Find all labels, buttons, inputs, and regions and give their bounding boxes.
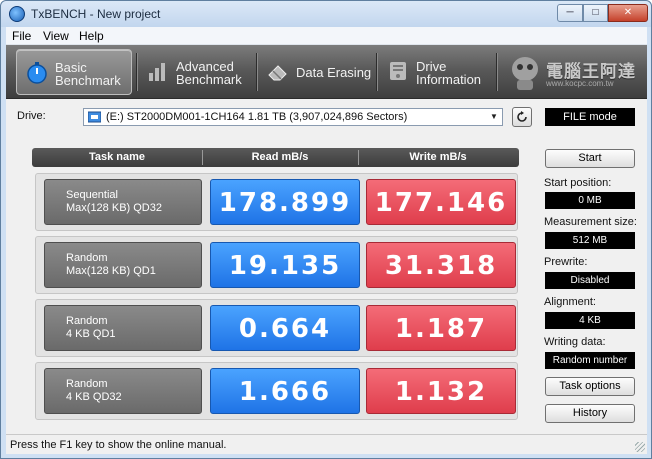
task-button-random-128k[interactable]: Random Max(128 KB) QD1	[44, 242, 202, 288]
write-value: 31.318	[366, 242, 516, 288]
minimize-button[interactable]: ─	[557, 4, 583, 22]
status-text: Press the F1 key to show the online manu…	[10, 439, 227, 451]
tab-basic-benchmark[interactable]: Basic Benchmark	[16, 49, 132, 95]
measurement-size-value: 512 MB	[545, 232, 635, 249]
table-row: Random 4 KB QD1 0.664 1.187	[35, 299, 518, 357]
prewrite-label: Prewrite:	[544, 256, 588, 268]
task-name-line1: Sequential	[66, 189, 118, 201]
header-write: Write mB/s	[409, 151, 467, 163]
drive-select-value: (E:) ST2000DM001-1CH164 1.81 TB (3,907,0…	[106, 111, 408, 123]
drive-info-icon	[390, 62, 406, 80]
maximize-button[interactable]: □	[583, 4, 608, 22]
write-value: 1.132	[366, 368, 516, 414]
task-button-seq[interactable]: Sequential Max(128 KB) QD32	[44, 179, 202, 225]
measurement-size-label: Measurement size:	[544, 216, 637, 228]
app-icon	[9, 6, 25, 22]
drive-icon	[88, 111, 101, 123]
refresh-icon	[517, 111, 527, 122]
tab-data-erasing[interactable]: Data Erasing	[258, 49, 374, 95]
task-name-line1: Random	[66, 315, 108, 327]
toolbar-divider	[136, 53, 137, 91]
drive-select[interactable]: (E:) ST2000DM001-1CH164 1.81 TB (3,907,0…	[83, 108, 503, 126]
mascot-icon	[512, 57, 538, 90]
watermark-logo: 電腦王阿達 www.kocpc.com.tw	[506, 51, 644, 93]
writing-data-value: Random number	[545, 352, 635, 369]
app-window: TxBENCH - New project ─ □ ✕ File View He…	[0, 0, 652, 459]
menu-file[interactable]: File	[12, 29, 31, 43]
task-name-line2: 4 KB QD32	[66, 391, 122, 403]
refresh-button[interactable]	[512, 107, 532, 127]
logo-url: www.kocpc.com.tw	[546, 79, 614, 88]
window-title: TxBENCH - New project	[31, 7, 161, 21]
results-table: Task name Read mB/s Write mB/s Sequentia…	[32, 145, 520, 427]
tab-label: Advanced Benchmark	[176, 59, 242, 87]
resize-grip[interactable]	[635, 442, 645, 452]
table-row: Random 4 KB QD32 1.666 1.132	[35, 362, 518, 420]
writing-data-label: Writing data:	[544, 336, 606, 348]
task-button-random-4k-qd32[interactable]: Random 4 KB QD32	[44, 368, 202, 414]
task-options-button[interactable]: Task options	[545, 377, 635, 396]
history-button[interactable]: History	[545, 404, 635, 423]
task-name-line2: Max(128 KB) QD32	[66, 202, 162, 214]
tab-label: Drive Information	[416, 59, 482, 87]
read-value: 1.666	[210, 368, 360, 414]
write-value: 177.146	[366, 179, 516, 225]
table-row: Sequential Max(128 KB) QD32 178.899 177.…	[35, 173, 518, 231]
main-panel: Drive: (E:) ST2000DM001-1CH164 1.81 TB (…	[6, 99, 647, 434]
read-value: 0.664	[210, 305, 360, 351]
title-bar: TxBENCH - New project ─ □ ✕	[1, 1, 651, 27]
toolbar-divider	[496, 53, 497, 91]
close-button[interactable]: ✕	[608, 4, 648, 22]
table-header: Task name Read mB/s Write mB/s	[32, 148, 519, 167]
read-value: 178.899	[210, 179, 360, 225]
bar-chart-icon	[149, 63, 165, 81]
task-name-line2: Max(128 KB) QD1	[66, 265, 156, 277]
start-button[interactable]: Start	[545, 149, 635, 168]
settings-panel: Start Start position: 0 MB Measurement s…	[543, 99, 643, 434]
task-button-random-4k-qd1[interactable]: Random 4 KB QD1	[44, 305, 202, 351]
status-bar: Press the F1 key to show the online manu…	[6, 434, 647, 454]
tab-drive-information[interactable]: Drive Information	[378, 49, 494, 95]
write-value: 1.187	[366, 305, 516, 351]
tab-advanced-benchmark[interactable]: Advanced Benchmark	[138, 49, 254, 95]
header-task-name: Task name	[88, 151, 146, 163]
task-name-line2: 4 KB QD1	[66, 328, 116, 340]
menu-view[interactable]: View	[43, 29, 69, 43]
drive-label: Drive:	[17, 110, 46, 122]
eraser-icon	[268, 65, 287, 81]
header-read: Read mB/s	[251, 151, 309, 163]
start-position-value: 0 MB	[545, 192, 635, 209]
task-name-line1: Random	[66, 252, 108, 264]
toolbar-divider	[256, 53, 257, 91]
menu-bar: File View Help	[6, 27, 647, 45]
main-toolbar: Basic Benchmark Advanced Benchmark Data …	[6, 45, 647, 99]
alignment-label: Alignment:	[544, 296, 596, 308]
alignment-value: 4 KB	[545, 312, 635, 329]
prewrite-value: Disabled	[545, 272, 635, 289]
chevron-down-icon[interactable]: ▼	[487, 110, 501, 124]
tab-label: Basic Benchmark	[55, 60, 121, 88]
start-position-label: Start position:	[544, 177, 612, 189]
read-value: 19.135	[210, 242, 360, 288]
menu-help[interactable]: Help	[79, 29, 104, 43]
toolbar-divider	[376, 53, 377, 91]
tab-label: Data Erasing	[296, 65, 372, 80]
stopwatch-icon	[27, 62, 47, 84]
task-name-line1: Random	[66, 378, 108, 390]
table-row: Random Max(128 KB) QD1 19.135 31.318	[35, 236, 518, 294]
